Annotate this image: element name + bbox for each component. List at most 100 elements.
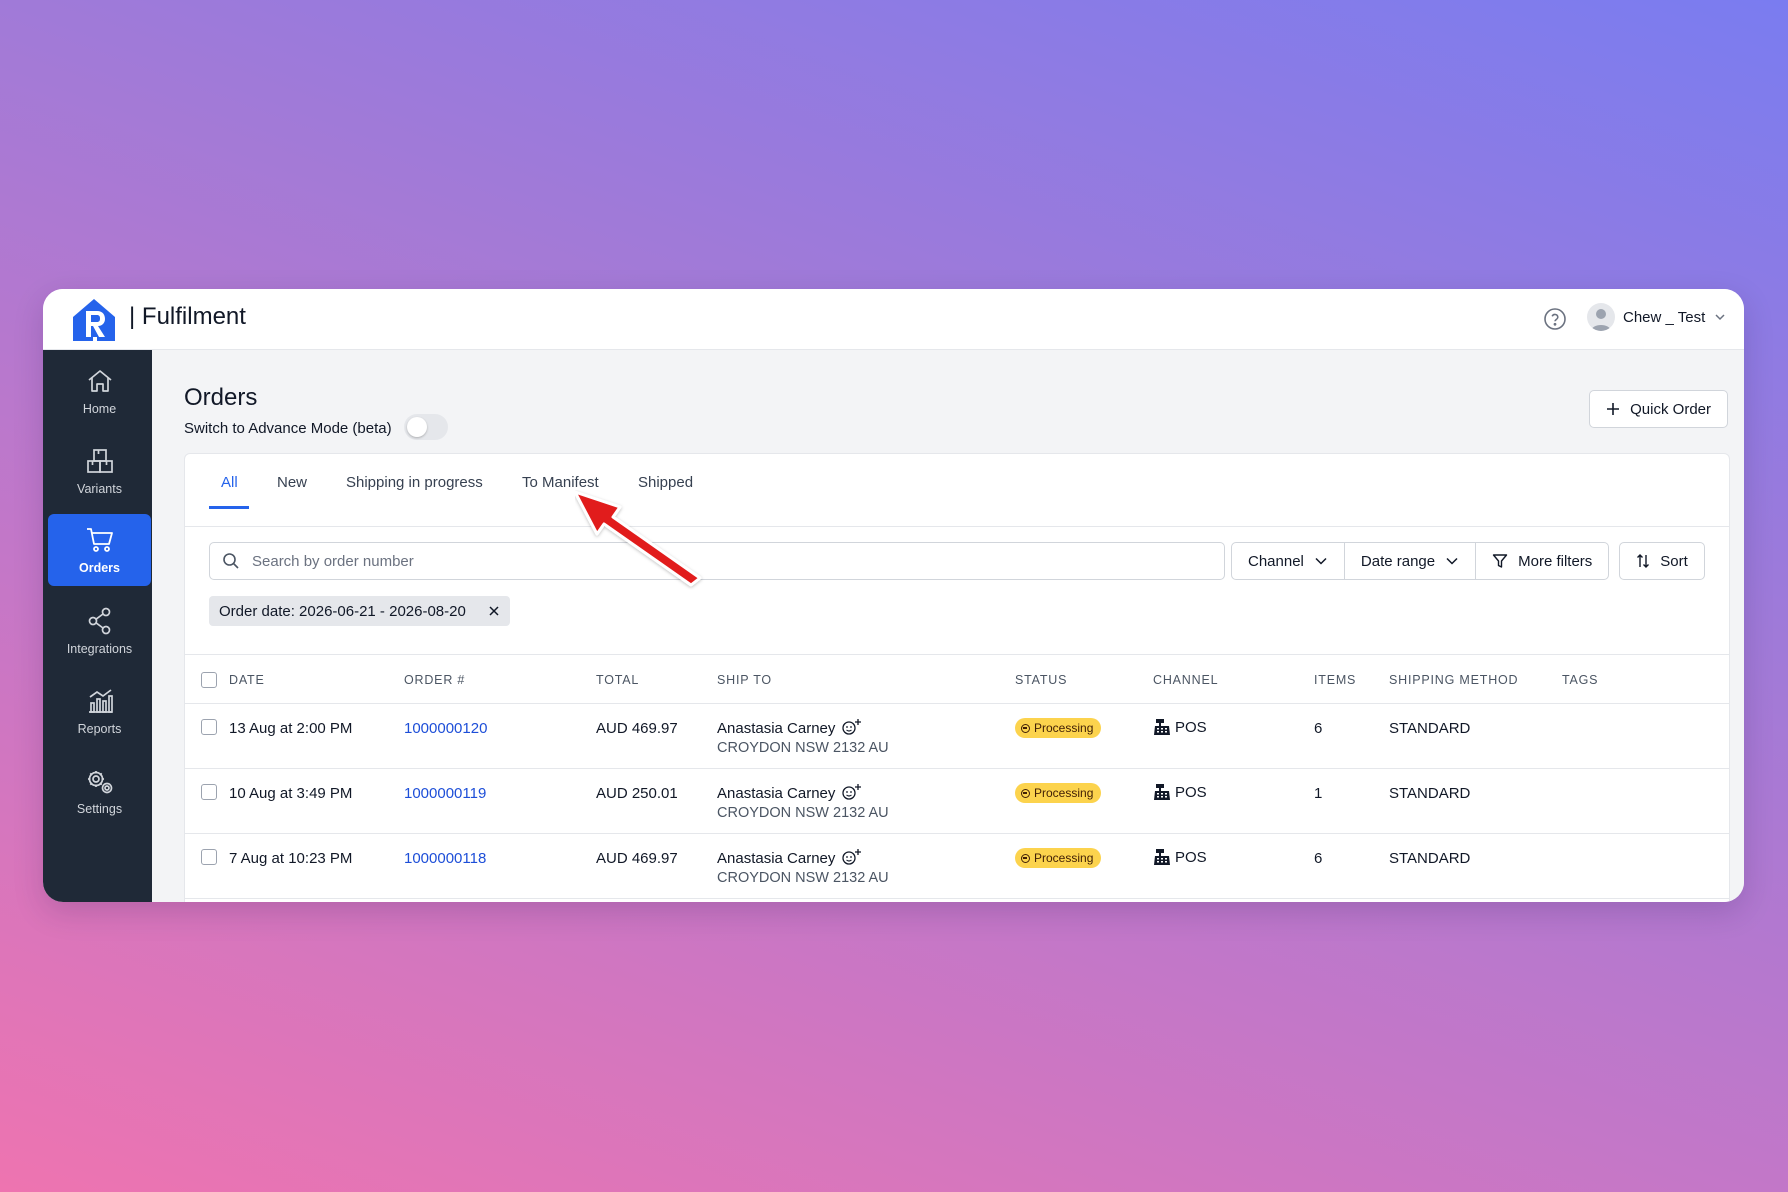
tab-shipping-in-progress[interactable]: Shipping in progress (346, 474, 483, 491)
column-header-date[interactable]: DATE (229, 673, 265, 687)
top-bar: | Fulfilment Chew _ Test (43, 289, 1744, 350)
customer-add-icon[interactable] (840, 783, 862, 801)
cash-register-icon (1154, 784, 1170, 800)
customer-address: CROYDON NSW 2132 AU (717, 870, 889, 886)
customer-name: Anastasia Carney (717, 785, 836, 802)
user-avatar-icon (1591, 309, 1611, 331)
date-range-filter-label: Date range (1360, 552, 1436, 570)
main-content: Orders Switch to Advance Mode (beta) Qui… (152, 350, 1744, 902)
processing-icon (1021, 853, 1030, 863)
row-checkbox[interactable] (201, 849, 217, 865)
processing-icon (1021, 788, 1030, 798)
chart-icon (88, 689, 113, 713)
shipping-method: STANDARD (1389, 720, 1471, 737)
sidebar-item-variants[interactable]: Variants (48, 435, 151, 507)
customer-add-icon[interactable] (840, 718, 862, 736)
quick-order-label: Quick Order (1630, 400, 1711, 418)
sidebar-item-label: Reports (77, 722, 122, 736)
sidebar-item-label: Orders (79, 561, 120, 575)
item-count: 6 (1314, 720, 1323, 737)
help-icon[interactable] (1543, 307, 1567, 331)
channel-label: POS (1175, 783, 1207, 801)
active-tab-indicator (209, 506, 249, 509)
channel-label: POS (1175, 718, 1207, 736)
tab-shipped[interactable]: Shipped (638, 474, 693, 491)
order-date: 10 Aug at 3:49 PM (229, 785, 353, 802)
table-row[interactable]: 10 Aug at 3:49 PM 1000000119 AUD 250.01 … (185, 769, 1729, 834)
status-badge: Processing (1015, 848, 1102, 868)
sidebar-item-orders[interactable]: Orders (48, 514, 151, 586)
status-badge: Processing (1015, 783, 1102, 803)
quick-order-button[interactable]: Quick Order (1589, 390, 1728, 428)
home-icon (87, 370, 112, 392)
cart-icon (86, 528, 113, 552)
more-filters-button[interactable]: More filters (1476, 543, 1608, 579)
app-window: | Fulfilment Chew _ Test Home Variants O… (43, 289, 1744, 902)
status-label: Processing (1034, 721, 1094, 735)
cash-register-icon (1154, 849, 1170, 865)
order-total: AUD 250.01 (596, 785, 678, 802)
column-header-ship-to[interactable]: SHIP TO (717, 673, 772, 687)
sidebar-item-label: Settings (76, 802, 123, 816)
advance-mode-toggle[interactable] (404, 414, 448, 440)
plus-icon (1607, 403, 1620, 415)
item-count: 6 (1314, 850, 1323, 867)
toggle-knob (407, 417, 427, 437)
orders-table: DATE ORDER # TOTAL SHIP TO STATUS CHANNE… (185, 654, 1729, 899)
channel-cell: POS (1153, 848, 1207, 866)
customer-add-icon[interactable] (840, 848, 862, 866)
user-name: Chew _ Test (1623, 308, 1706, 326)
customer-name: Anastasia Carney (717, 720, 836, 737)
sidebar-item-label: Home (82, 402, 117, 416)
order-number-link[interactable]: 1000000119 (404, 785, 486, 802)
brand-logo-icon[interactable] (71, 297, 117, 343)
column-header-order[interactable]: ORDER # (404, 673, 465, 687)
sidebar-item-label: Integrations (66, 642, 133, 656)
channel-filter-button[interactable]: Channel (1232, 543, 1345, 579)
order-date: 7 Aug at 10:23 PM (229, 850, 353, 867)
more-filters-label: More filters (1518, 552, 1593, 570)
row-checkbox[interactable] (201, 719, 217, 735)
annotation-arrow-icon (575, 490, 702, 587)
column-header-shipping-method[interactable]: SHIPPING METHOD (1389, 673, 1518, 687)
column-header-status[interactable]: STATUS (1015, 673, 1067, 687)
select-all-checkbox[interactable] (201, 672, 217, 688)
sidebar-item-settings[interactable]: Settings (48, 755, 151, 827)
channel-label: POS (1175, 848, 1207, 866)
item-count: 1 (1314, 785, 1323, 802)
sort-label: Sort (1660, 552, 1688, 570)
column-header-channel[interactable]: CHANNEL (1153, 673, 1218, 687)
sidebar-item-reports[interactable]: Reports (48, 675, 151, 747)
tab-to-manifest[interactable]: To Manifest (522, 474, 599, 491)
status-label: Processing (1034, 786, 1094, 800)
sidebar-item-home[interactable]: Home (48, 355, 151, 427)
chevron-down-icon (1315, 557, 1327, 565)
close-icon[interactable] (488, 605, 500, 617)
column-header-tags[interactable]: TAGS (1562, 673, 1598, 687)
table-row[interactable]: 13 Aug at 2:00 PM 1000000120 AUD 469.97 … (185, 704, 1729, 769)
status-badge: Processing (1015, 718, 1102, 738)
status-label: Processing (1034, 851, 1094, 865)
gear-icon (87, 771, 112, 794)
column-header-total[interactable]: TOTAL (596, 673, 639, 687)
order-date: 13 Aug at 2:00 PM (229, 720, 353, 737)
order-number-link[interactable]: 1000000118 (404, 850, 486, 867)
customer-address: CROYDON NSW 2132 AU (717, 805, 889, 821)
user-menu[interactable]: Chew _ Test (1587, 303, 1727, 331)
sidebar: Home Variants Orders Integrations Report… (43, 350, 152, 902)
row-checkbox[interactable] (201, 784, 217, 800)
channel-cell: POS (1153, 783, 1207, 801)
order-number-link[interactable]: 1000000120 (404, 720, 487, 737)
column-header-items[interactable]: ITEMS (1314, 673, 1356, 687)
tab-new[interactable]: New (277, 474, 307, 491)
sort-button[interactable]: Sort (1619, 542, 1705, 580)
date-range-filter-button[interactable]: Date range (1345, 543, 1477, 579)
sidebar-item-integrations[interactable]: Integrations (48, 595, 151, 667)
app-title: | Fulfilment (129, 303, 246, 330)
search-box[interactable] (209, 542, 1225, 580)
tab-all[interactable]: All (221, 474, 238, 491)
table-row[interactable]: 7 Aug at 10:23 PM 1000000118 AUD 469.97 … (185, 834, 1729, 899)
filter-group: Channel Date range More filters (1231, 542, 1610, 580)
search-icon (223, 553, 239, 569)
advance-mode-label: Switch to Advance Mode (beta) (184, 420, 392, 437)
